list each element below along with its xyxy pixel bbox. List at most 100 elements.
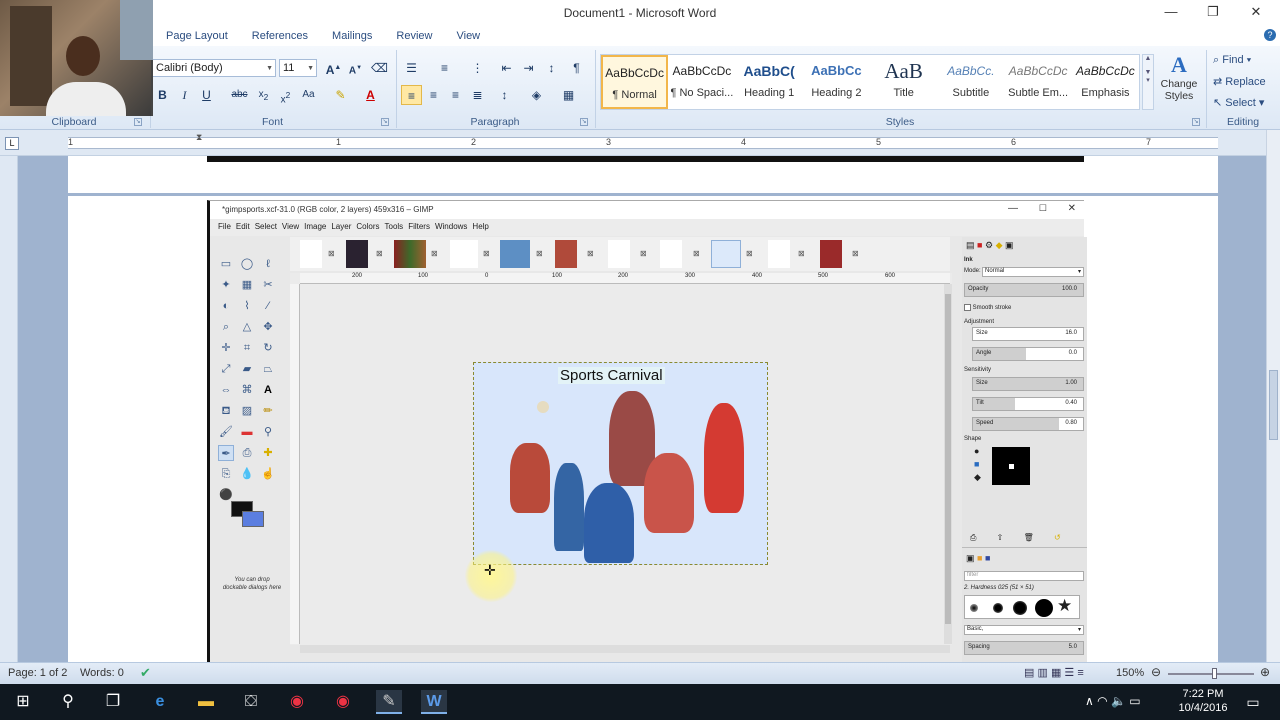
image-tab-thumb[interactable]	[346, 240, 368, 268]
task-view-icon[interactable]: ❐	[100, 690, 126, 714]
gimp-minimize-button[interactable]: —	[1008, 203, 1018, 214]
gimp-menu-filters[interactable]: Filters	[408, 219, 435, 236]
italic-button[interactable]: I	[174, 85, 195, 105]
canvas-hscroll[interactable]	[300, 645, 950, 653]
edge-icon[interactable]: e	[147, 690, 173, 714]
bucket-fill-icon[interactable]: ⛾	[218, 403, 234, 419]
blur-icon[interactable]: 💧	[239, 466, 255, 482]
start-icon[interactable]: ⊞	[10, 690, 36, 714]
fuzzy-select-icon[interactable]: ✦	[218, 277, 234, 293]
sensitivity-size-slider[interactable]: Size 1.00	[972, 377, 1084, 391]
rect-select-icon[interactable]: ▭	[218, 256, 234, 272]
help-icon[interactable]: ?	[1264, 29, 1276, 41]
shear-icon[interactable]: ▰	[239, 361, 255, 377]
smooth-stroke-option[interactable]: Smooth stroke	[964, 304, 1011, 311]
eraser-icon[interactable]: ▬	[239, 424, 255, 440]
align-right-button[interactable]: ≡	[445, 85, 466, 105]
brush-filter-input[interactable]: filter	[964, 571, 1084, 581]
justify-button[interactable]: ≣	[467, 85, 488, 105]
underline-button[interactable]: U	[196, 85, 217, 105]
font-color-button[interactable]: A	[360, 85, 381, 105]
image-tab-thumb[interactable]	[450, 240, 478, 268]
ellipse-select-icon[interactable]: ◯	[239, 256, 255, 272]
scroll-thumb[interactable]	[1269, 370, 1278, 440]
style-normal[interactable]: AaBbCcDc ¶ Normal	[601, 55, 669, 109]
spacing-slider[interactable]: Spacing 5.0	[964, 641, 1084, 655]
shape-options[interactable]: ● ■ ◆	[974, 445, 981, 484]
canvas-vscroll-thumb[interactable]	[945, 294, 951, 624]
paths-icon[interactable]: ⌇	[239, 298, 255, 314]
style-emphasis[interactable]: AaBbCcDc Emphasis	[1072, 55, 1139, 109]
shading-icon[interactable]: ◈	[526, 85, 547, 105]
brush-hard-medium[interactable]	[1013, 601, 1027, 615]
gimp-menu-select[interactable]: Select	[255, 219, 282, 236]
close-button[interactable]: ✕	[1242, 3, 1270, 21]
zoom-slider[interactable]	[1168, 668, 1254, 679]
tab-references[interactable]: References	[240, 26, 320, 46]
background-color-swatch[interactable]	[242, 511, 264, 527]
gimp-maximize-button[interactable]: ☐	[1039, 203, 1047, 214]
zoom-in-icon[interactable]: ⊕	[1260, 665, 1270, 679]
clipboard-launcher-icon[interactable]: ↘	[134, 118, 142, 126]
sort-icon[interactable]: ↕	[541, 58, 562, 78]
tilt-slider[interactable]: Tilt 0.40	[972, 397, 1084, 411]
zoom-level[interactable]: 150%	[1116, 667, 1144, 679]
cage-icon[interactable]: ⌘	[239, 382, 255, 398]
foreground-select-icon[interactable]: ◐	[218, 298, 234, 314]
bullets-icon[interactable]: ☰	[401, 58, 422, 78]
style-subtitle[interactable]: AaBbCc. Subtitle	[937, 55, 1004, 109]
close-icon[interactable]: ⊠	[640, 249, 647, 258]
image-tab-thumb[interactable]	[660, 240, 682, 268]
clone-icon[interactable]: ⎙	[239, 445, 255, 461]
shape-preview[interactable]	[992, 447, 1030, 485]
select-button[interactable]: ↖ Select ▾	[1213, 96, 1264, 109]
gimp-menu-view[interactable]: View	[282, 219, 304, 236]
bold-button[interactable]: B	[152, 85, 173, 105]
tray-icons[interactable]: ∧ ◠ 🔈 ▭	[1085, 694, 1141, 708]
replace-button[interactable]: ⇄ Replace	[1213, 75, 1266, 88]
speed-slider[interactable]: Speed 0.80	[972, 417, 1084, 431]
sports-image[interactable]: Sports Carnival	[473, 362, 768, 565]
decrease-indent-icon[interactable]: ⇤	[496, 58, 517, 78]
clear-format-icon[interactable]: ⌫	[369, 58, 390, 78]
scissors-icon[interactable]: ✂	[260, 277, 276, 293]
style-no-spacing[interactable]: AaBbCcDc ¶ No Spaci...	[668, 55, 735, 109]
image-tab-thumb[interactable]	[768, 240, 790, 268]
font-launcher-icon[interactable]: ↘	[381, 118, 389, 126]
view-buttons[interactable]: ▤ ▥ ▦ ☰ ≡	[1024, 666, 1084, 679]
gimp-menu-tools[interactable]: Tools	[385, 219, 409, 236]
gimp-menu-layer[interactable]: Layer	[331, 219, 356, 236]
restore-button[interactable]: ❐	[1199, 3, 1227, 21]
style-title[interactable]: AaB Title	[870, 55, 937, 109]
increase-indent-icon[interactable]: ⇥	[518, 58, 539, 78]
highlight-icon[interactable]: ✎	[330, 85, 351, 105]
paintbrush-icon[interactable]: 🖌	[218, 424, 234, 440]
crop-icon[interactable]: ⌗	[239, 340, 255, 356]
superscript-button[interactable]: x2	[275, 85, 296, 105]
tab-review[interactable]: Review	[384, 26, 444, 46]
tab-page-layout[interactable]: Page Layout	[154, 26, 240, 46]
tab-view[interactable]: View	[444, 26, 492, 46]
gimp-menu-windows[interactable]: Windows	[435, 219, 472, 236]
move-icon[interactable]: ✥	[260, 319, 276, 335]
scale-icon[interactable]: ⤢	[218, 361, 234, 377]
close-icon[interactable]: ⊠	[746, 249, 753, 258]
pencil-icon[interactable]: ✏	[260, 403, 276, 419]
action-center-icon[interactable]: ▭	[1240, 690, 1266, 714]
proofing-icon[interactable]: ✔	[140, 665, 151, 681]
mode-combo[interactable]: Normal ▾	[982, 267, 1084, 277]
borders-icon[interactable]: ▦	[558, 85, 579, 105]
close-icon[interactable]: ⊠	[328, 249, 335, 258]
ink-tool-icon[interactable]: ✒	[218, 445, 234, 461]
gimp-close-button[interactable]: ✕	[1068, 203, 1076, 214]
zoom-out-icon[interactable]: ⊖	[1151, 665, 1161, 679]
change-case-button[interactable]: Aa	[298, 85, 319, 105]
subscript-button[interactable]: x2	[253, 85, 274, 105]
gimp-menu-edit[interactable]: Edit	[236, 219, 255, 236]
perspective-clone-icon[interactable]: ⎘	[218, 466, 234, 482]
word-icon[interactable]: W	[421, 690, 447, 714]
brushes-tab-icons[interactable]: ▣ ■ ■	[966, 553, 990, 564]
close-icon[interactable]: ⊠	[483, 249, 490, 258]
perspective-icon[interactable]: ⏢	[260, 361, 276, 377]
gimp-menu-colors[interactable]: Colors	[356, 219, 384, 236]
